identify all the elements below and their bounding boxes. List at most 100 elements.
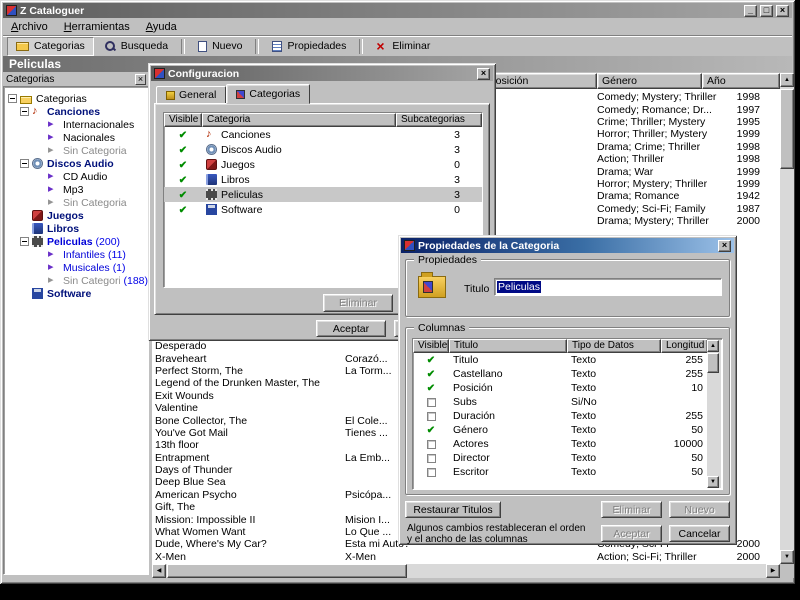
column-row[interactable]: Castellano Texto 255	[413, 367, 722, 381]
config-aceptar-button[interactable]: Aceptar	[316, 320, 386, 337]
columns-scroll-thumb[interactable]	[707, 353, 719, 373]
tree-item[interactable]: Libros	[4, 222, 148, 235]
restaurar-titulos-button[interactable]: Restaurar Titulos	[405, 501, 501, 518]
checkbox[interactable]	[426, 467, 436, 477]
tree-item[interactable]: Canciones	[4, 105, 148, 118]
tree-item[interactable]: Internacionales	[4, 118, 148, 131]
check-icon[interactable]	[427, 368, 435, 380]
tree-item[interactable]: Juegos	[4, 209, 148, 222]
tree-item[interactable]: Sin Categoria (188)	[4, 274, 148, 287]
menu-item[interactable]: Archivo	[3, 20, 56, 34]
check-icon[interactable]	[427, 382, 435, 394]
vertical-scrollbar[interactable]: ▲ ▼	[780, 73, 794, 564]
check-icon[interactable]	[179, 159, 187, 171]
config-category-row[interactable]: Discos Audio 3	[164, 142, 482, 157]
column-row[interactable]: Director Texto 50	[413, 451, 722, 465]
check-icon[interactable]	[179, 204, 187, 216]
toolbar-button[interactable]: Propiedades	[255, 37, 354, 56]
check-icon[interactable]	[179, 189, 187, 201]
tab-general[interactable]: General	[156, 86, 227, 104]
props-cancelar-button[interactable]: Cancelar	[669, 525, 730, 542]
check-icon[interactable]	[427, 354, 435, 366]
tab-categorias[interactable]: Categorias	[226, 84, 311, 104]
tree-item[interactable]: Sin Categoria	[4, 196, 148, 209]
tree-item[interactable]: Peliculas (200)	[4, 235, 148, 248]
check-icon[interactable]	[179, 144, 187, 156]
checkbox[interactable]	[426, 397, 436, 407]
subcategory-count: 3	[454, 188, 460, 201]
props-eliminar-button[interactable]: Eliminar	[601, 501, 662, 518]
column-row[interactable]: Subs Si/No	[413, 395, 722, 409]
tree-item[interactable]: Sin Categoria	[4, 144, 148, 157]
minimize-button[interactable]: _	[744, 4, 757, 17]
maximize-button[interactable]: □	[760, 4, 773, 17]
table-row[interactable]: X-Men X-Men Action; Sci-Fi; Thriller 200…	[152, 551, 780, 563]
col-visible[interactable]: Visible	[413, 339, 449, 353]
toolbar-button[interactable]: Categorias	[7, 36, 94, 56]
config-col-visible[interactable]: Visible	[164, 113, 202, 127]
category-name: Discos Audio	[221, 143, 282, 156]
check-icon[interactable]	[427, 424, 435, 436]
col-titulo[interactable]: Titulo	[449, 339, 567, 353]
config-col-categoria[interactable]: Categoria	[202, 113, 396, 127]
tree-item[interactable]: Infantiles (11)	[4, 248, 148, 261]
column-row[interactable]: Género Texto 50	[413, 423, 722, 437]
col-longitud[interactable]: Longitud	[661, 339, 708, 353]
tree-item[interactable]: Musicales (1)	[4, 261, 148, 274]
config-col-subcategorias[interactable]: Subcategorias	[396, 113, 482, 127]
scroll-up-icon[interactable]: ▲	[780, 73, 794, 87]
tree-item-icon	[48, 184, 59, 195]
checkbox[interactable]	[426, 411, 436, 421]
scroll-left-icon[interactable]: ◀	[152, 564, 166, 578]
menu-item[interactable]: Herramientas	[56, 20, 138, 34]
titulo-input[interactable]: Peliculas	[494, 278, 722, 296]
config-category-row[interactable]: Libros 3	[164, 172, 482, 187]
tree-item[interactable]: Mp3	[4, 183, 148, 196]
checkbox[interactable]	[426, 453, 436, 463]
column-row[interactable]: Escritor Texto 50	[413, 465, 722, 479]
check-icon[interactable]	[179, 174, 187, 186]
tree-item[interactable]: Software	[4, 287, 148, 300]
config-category-row[interactable]: Peliculas 3	[164, 187, 482, 202]
tree-item[interactable]: Categorias	[4, 92, 148, 105]
props-nuevo-button[interactable]: Nuevo	[669, 501, 730, 518]
scroll-right-icon[interactable]: ▶	[766, 564, 780, 578]
column-row[interactable]: Posición Texto 10	[413, 381, 722, 395]
config-category-row[interactable]: Juegos 0	[164, 157, 482, 172]
column-row[interactable]: Titulo Texto 255	[413, 353, 722, 367]
scroll-down-icon[interactable]: ▼	[707, 476, 719, 488]
tree-item[interactable]: CD Audio	[4, 170, 148, 183]
col-tipo-de-datos[interactable]: Tipo de Datos	[567, 339, 661, 353]
scroll-up-icon[interactable]: ▲	[707, 340, 719, 352]
column-row[interactable]: Actores Texto 10000	[413, 437, 722, 451]
tree-item-label: Nacionales	[63, 131, 115, 144]
tree-expander-icon[interactable]	[20, 159, 29, 168]
config-category-row[interactable]: Canciones 3	[164, 127, 482, 142]
tree-item[interactable]: Discos Audio	[4, 157, 148, 170]
toolbar-button[interactable]: Nuevo	[181, 37, 250, 56]
column-header-genero[interactable]: Género	[597, 73, 702, 89]
tree-expander-icon[interactable]	[20, 237, 29, 246]
props-aceptar-button[interactable]: Aceptar	[601, 525, 662, 542]
vertical-scroll-thumb[interactable]	[780, 89, 794, 169]
tree-expander-icon[interactable]	[8, 94, 17, 103]
close-button[interactable]: ×	[776, 4, 789, 17]
column-row[interactable]: Duración Texto 255	[413, 409, 722, 423]
column-header-ano[interactable]: Año	[702, 73, 780, 89]
config-category-row[interactable]: Software 0	[164, 202, 482, 217]
sidebar-close-icon[interactable]: ×	[135, 73, 146, 85]
checkbox[interactable]	[426, 439, 436, 449]
config-close-icon[interactable]: ×	[477, 67, 490, 80]
menu-item[interactable]: Ayuda	[138, 20, 185, 34]
toolbar-button[interactable]: Eliminar	[359, 37, 438, 56]
horizontal-scrollbar[interactable]: ◀ ▶	[152, 564, 780, 578]
check-icon[interactable]	[179, 129, 187, 141]
toolbar-button[interactable]: Busqueda	[96, 37, 176, 56]
config-eliminar-button[interactable]: Eliminar	[323, 294, 393, 312]
columns-scrollbar[interactable]: ▲ ▼	[707, 340, 721, 488]
tree-item[interactable]: Nacionales	[4, 131, 148, 144]
scroll-down-icon[interactable]: ▼	[780, 550, 794, 564]
tree-expander-icon[interactable]	[20, 107, 29, 116]
horizontal-scroll-thumb[interactable]	[167, 564, 407, 578]
properties-close-icon[interactable]: ×	[718, 239, 731, 252]
